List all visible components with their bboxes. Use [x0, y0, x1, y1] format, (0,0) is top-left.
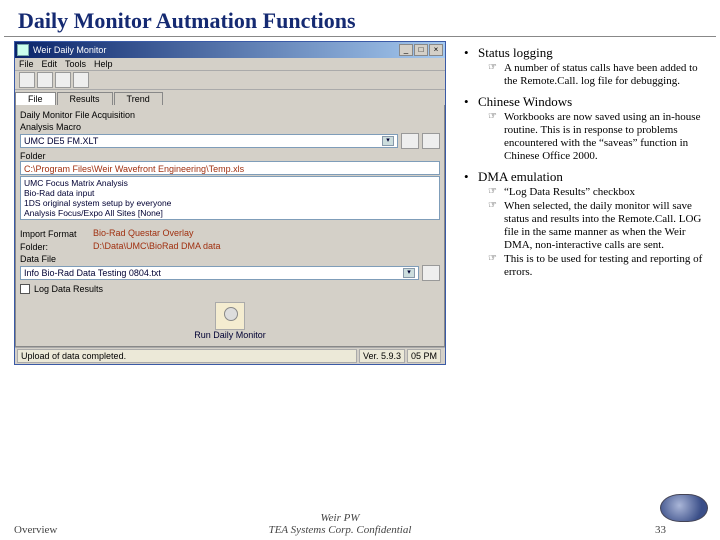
- list-item: 1DS original system setup by everyone: [24, 198, 436, 208]
- sub-bullet: ☞ Workbooks are now saved using an in-ho…: [488, 111, 708, 163]
- tool-run-icon[interactable]: [55, 72, 71, 88]
- statusbar: Upload of data completed. Ver. 5.9.3 05 …: [15, 347, 445, 364]
- app-icon: [17, 44, 29, 56]
- slide-title: Daily Monitor Autmation Functions: [4, 0, 716, 37]
- folder-label: Folder: [20, 151, 440, 161]
- data-file-label: Data File: [20, 254, 440, 264]
- menu-file[interactable]: File: [19, 59, 34, 69]
- data-file-value: Info Bio-Rad Data Testing 0804.txt: [24, 267, 161, 279]
- bullet-chinese-windows: • Chinese Windows: [464, 94, 708, 110]
- sub-bullet-text: This is to be used for testing and repor…: [504, 253, 708, 279]
- footer-center: Weir PW TEA Systems Corp. Confidential: [231, 512, 448, 536]
- chevron-down-icon[interactable]: ▾: [382, 136, 394, 146]
- list-item: Bio-Rad data input: [24, 188, 436, 198]
- analysis-macro-label: Analysis Macro: [20, 122, 440, 132]
- sub-bullet: ☞ This is to be used for testing and rep…: [488, 253, 708, 279]
- import-format-value: Bio-Rad Questar Overlay: [93, 228, 194, 238]
- folder2-label: Folder:: [20, 242, 90, 252]
- sub-bullet: ☞ When selected, the daily monitor will …: [488, 200, 708, 252]
- minimize-button[interactable]: _: [399, 44, 413, 56]
- hand-icon: ☞: [488, 186, 504, 199]
- sub-bullet-text: “Log Data Results” checkbox: [504, 186, 708, 199]
- file-panel: Daily Monitor File Acquisition Analysis …: [15, 105, 445, 347]
- section-acquisition-label: Daily Monitor File Acquisition: [20, 110, 440, 120]
- data-file-select[interactable]: Info Bio-Rad Data Testing 0804.txt ▾: [20, 266, 419, 280]
- menubar: File Edit Tools Help: [15, 58, 445, 71]
- bullet-status-logging: • Status logging: [464, 45, 708, 61]
- status-version: Ver. 5.9.3: [359, 349, 405, 363]
- tab-results[interactable]: Results: [57, 92, 113, 105]
- import-format-label: Import Format: [20, 229, 90, 239]
- hand-icon: ☞: [488, 62, 504, 88]
- tool-save-icon[interactable]: [37, 72, 53, 88]
- toolbar: [15, 71, 445, 90]
- bullet-label: DMA emulation: [478, 169, 563, 185]
- run-monitor-icon[interactable]: [215, 302, 245, 330]
- folder2-value: D:\Data\UMC\BioRad DMA data: [93, 241, 221, 251]
- maximize-button[interactable]: □: [414, 44, 428, 56]
- log-results-checkbox[interactable]: [20, 284, 30, 294]
- footer-left: Overview: [14, 524, 231, 536]
- list-item: Analysis Focus/Expo All Sites [None]: [24, 208, 436, 218]
- sub-bullet-text: Workbooks are now saved using an in-hous…: [504, 111, 708, 163]
- hand-icon: ☞: [488, 253, 504, 279]
- sub-bullet-text: When selected, the daily monitor will sa…: [504, 200, 708, 252]
- folder-value: C:\Program Files\Weir Wavefront Engineer…: [20, 161, 440, 175]
- hand-icon: ☞: [488, 200, 504, 252]
- menu-edit[interactable]: Edit: [42, 59, 58, 69]
- status-time: 05 PM: [407, 349, 441, 363]
- footer-page-number: 33: [449, 524, 706, 536]
- bullet-dot-icon: •: [464, 169, 478, 185]
- window-title: Weir Daily Monitor: [33, 45, 106, 55]
- sub-bullet: ☞ “Log Data Results” checkbox: [488, 186, 708, 199]
- close-button[interactable]: ×: [429, 44, 443, 56]
- run-monitor-label: Run Daily Monitor: [194, 330, 266, 342]
- titlebar: Weir Daily Monitor _ □ ×: [15, 42, 445, 58]
- browse-macro-button[interactable]: [401, 133, 419, 149]
- tab-file[interactable]: File: [15, 92, 56, 105]
- bullet-dot-icon: •: [464, 94, 478, 110]
- sub-bullet: ☞ A number of status calls have been add…: [488, 62, 708, 88]
- bullet-label: Status logging: [478, 45, 553, 61]
- notes-column: • Status logging ☞ A number of status ca…: [456, 41, 712, 365]
- tool-help-icon[interactable]: [73, 72, 89, 88]
- menu-help[interactable]: Help: [94, 59, 113, 69]
- list-item: UMC Focus Matrix Analysis: [24, 178, 436, 188]
- app-screenshot: Weir Daily Monitor _ □ × File Edit Tools…: [14, 41, 456, 365]
- footer-center-line1: Weir PW: [231, 512, 448, 524]
- bullet-dma-emulation: • DMA emulation: [464, 169, 708, 185]
- bullet-label: Chinese Windows: [478, 94, 572, 110]
- open-macro-button[interactable]: [422, 133, 440, 149]
- analysis-macro-value: UMC DE5 FM.XLT: [24, 135, 98, 147]
- sub-bullet-text: A number of status calls have been added…: [504, 62, 708, 88]
- footer-center-line2: TEA Systems Corp. Confidential: [231, 524, 448, 536]
- bullet-dot-icon: •: [464, 45, 478, 61]
- analysis-macro-select[interactable]: UMC DE5 FM.XLT ▾: [20, 134, 398, 148]
- status-message: Upload of data completed.: [17, 349, 357, 363]
- log-results-label: Log Data Results: [34, 284, 103, 294]
- slide-footer: Overview Weir PW TEA Systems Corp. Confi…: [0, 512, 720, 536]
- menu-tools[interactable]: Tools: [65, 59, 86, 69]
- tool-open-icon[interactable]: [19, 72, 35, 88]
- hand-icon: ☞: [488, 111, 504, 163]
- browse-data-button[interactable]: [422, 265, 440, 281]
- chevron-down-icon[interactable]: ▾: [403, 268, 415, 278]
- macro-info-listbox[interactable]: UMC Focus Matrix Analysis Bio-Rad data i…: [20, 176, 440, 220]
- tabs: File Results Trend: [15, 90, 445, 105]
- tab-trend[interactable]: Trend: [114, 92, 163, 105]
